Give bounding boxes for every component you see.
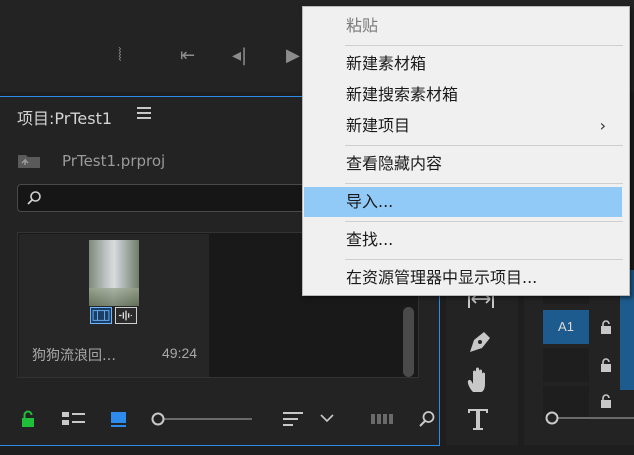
- track-a1-toggle[interactable]: A1: [543, 310, 589, 344]
- chevron-down-icon[interactable]: [320, 413, 334, 423]
- track-lock-icon[interactable]: [598, 320, 614, 334]
- menu-item-label: 查看隐藏内容: [346, 154, 443, 173]
- clip-thumbnail[interactable]: [89, 240, 139, 306]
- play-icon[interactable]: ▶: [286, 46, 300, 66]
- menu-item-new-search-bin[interactable]: 新建搜索素材箱: [304, 80, 622, 110]
- panel-title[interactable]: 项目:PrTest1: [17, 105, 112, 129]
- project-file-name: PrTest1.prproj: [62, 152, 166, 170]
- automate-to-sequence-icon[interactable]: [370, 410, 394, 428]
- menu-item-label: 新建素材箱: [346, 54, 427, 73]
- menu-item-label: 粘贴: [346, 16, 379, 35]
- menu-separator: [345, 183, 623, 184]
- menu-item-label: 新建项目: [346, 116, 411, 135]
- chevron-right-icon: ›: [599, 116, 606, 135]
- folder-up-icon[interactable]: [17, 153, 41, 169]
- menu-item-label: 在资源管理器中显示项目...: [346, 268, 538, 287]
- hand-tool-icon[interactable]: [466, 366, 492, 394]
- menu-item-import[interactable]: 导入...: [304, 187, 622, 217]
- audio-badge-icon: [115, 307, 137, 324]
- clip-name: 狗狗流浪回…: [32, 348, 116, 364]
- lock-icon[interactable]: [20, 410, 36, 428]
- find-icon[interactable]: [418, 410, 436, 428]
- menu-item-view-hidden[interactable]: 查看隐藏内容: [304, 149, 622, 179]
- track-lock-icon[interactable]: [598, 358, 614, 372]
- track-lock-icon[interactable]: [598, 394, 614, 408]
- type-tool-icon[interactable]: [466, 406, 490, 432]
- search-icon: [27, 191, 41, 205]
- zoom-slider[interactable]: [150, 412, 254, 426]
- step-back-icon[interactable]: ◂|: [232, 46, 247, 66]
- pen-tool-icon[interactable]: [466, 328, 494, 354]
- menu-item-new-item[interactable]: 新建项目 ›: [304, 111, 622, 141]
- sort-icon[interactable]: [283, 410, 305, 428]
- bin-scrollbar[interactable]: [403, 307, 414, 377]
- menu-item-paste[interactable]: 粘贴: [304, 11, 622, 41]
- clip-duration: 49:24: [162, 345, 198, 361]
- icon-view-icon[interactable]: [110, 410, 128, 428]
- menu-item-label: 查找...: [346, 230, 394, 249]
- list-view-icon[interactable]: [62, 410, 86, 428]
- timeline-panel: A1: [524, 270, 634, 445]
- mark-out-icon[interactable]: ⦚: [118, 46, 122, 66]
- go-to-in-icon[interactable]: ⇤: [180, 46, 195, 66]
- menu-separator: [345, 221, 623, 222]
- menu-separator: [345, 45, 623, 46]
- menu-separator: [345, 259, 623, 260]
- clip-item[interactable]: 狗狗流浪回… 49:24: [19, 234, 209, 377]
- hamburger-menu-icon[interactable]: [137, 107, 151, 121]
- menu-separator: [345, 145, 623, 146]
- menu-item-label: 导入...: [346, 192, 394, 211]
- video-badge-icon: [90, 307, 112, 324]
- track-header[interactable]: [543, 348, 589, 382]
- menu-item-find[interactable]: 查找...: [304, 225, 622, 255]
- panel-footer: [0, 402, 440, 438]
- menu-item-reveal-in-explorer[interactable]: 在资源管理器中显示项目...: [304, 263, 622, 293]
- timeline-zoom-slider[interactable]: [544, 410, 634, 426]
- tools-panel: [446, 270, 518, 445]
- menu-item-label: 新建搜索素材箱: [346, 85, 459, 104]
- menu-item-new-bin[interactable]: 新建素材箱: [304, 49, 622, 79]
- context-menu: 粘贴 新建素材箱 新建搜索素材箱 新建项目 › 查看隐藏内容 导入... 查找.…: [302, 6, 630, 296]
